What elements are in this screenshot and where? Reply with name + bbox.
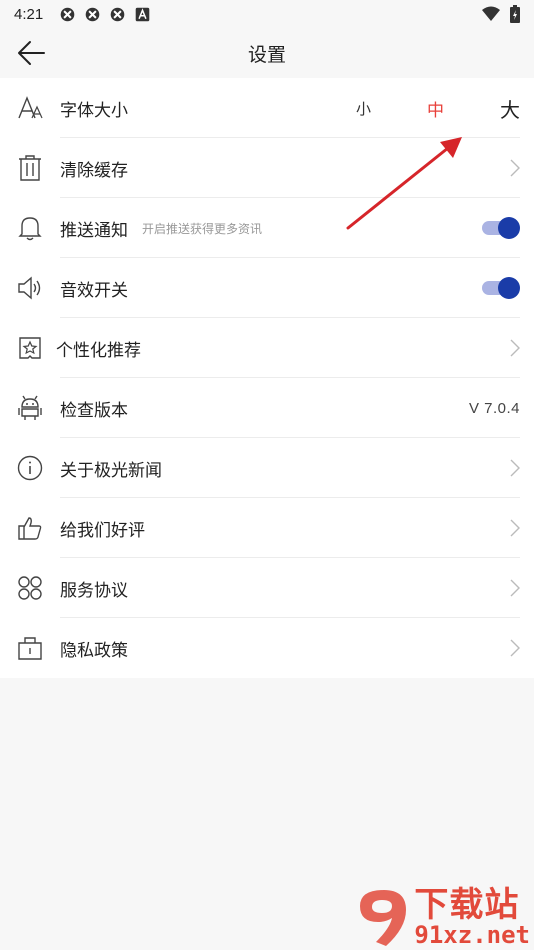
font-size-options: 小 中 大	[356, 94, 520, 123]
check-version-label: 检查版本	[60, 400, 128, 421]
settings-list: 字体大小 小 中 大 清除缓存 推送通知 开启推送获得更多资讯 音效开关 个性化…	[0, 78, 534, 678]
row-clear-cache[interactable]: 清除缓存	[0, 138, 534, 198]
watermark-text: 下载站 91xz.net	[414, 888, 530, 948]
star-badge-icon	[16, 334, 44, 362]
chevron-right-icon	[510, 639, 520, 657]
chevron-right-icon	[510, 159, 520, 177]
header: 设置	[0, 28, 534, 78]
font-size-medium[interactable]: 中	[427, 96, 444, 121]
watermark-line2: 91xz.net	[414, 921, 530, 949]
trash-icon	[16, 154, 44, 182]
rate-us-label: 给我们好评	[60, 520, 145, 541]
android-icon	[16, 394, 44, 422]
status-time: 4:21	[14, 5, 44, 23]
about-label: 关于极光新闻	[60, 460, 162, 481]
version-value: V 7.0.4	[468, 399, 520, 417]
speaker-icon	[16, 274, 44, 302]
row-push-notification: 推送通知 开启推送获得更多资讯	[0, 198, 534, 258]
push-notification-hint: 开启推送获得更多资讯	[142, 221, 263, 236]
watermark: 下载站 91xz.net	[356, 888, 530, 948]
service-agreement-label: 服务协议	[60, 580, 128, 601]
sound-effects-toggle[interactable]	[480, 277, 520, 299]
status-bar: 4:21	[0, 0, 534, 28]
font-size-icon	[16, 94, 44, 122]
chevron-right-icon	[510, 579, 520, 597]
a-notification-icon	[135, 7, 150, 21]
row-check-version[interactable]: 检查版本 V 7.0.4	[0, 378, 534, 438]
page-title: 设置	[247, 43, 286, 66]
app-notification-icon	[85, 7, 100, 21]
thumbs-up-icon	[16, 514, 44, 542]
personalized-label: 个性化推荐	[56, 340, 141, 361]
push-notification-toggle[interactable]	[480, 217, 520, 239]
row-sound-effects: 音效开关	[0, 258, 534, 318]
font-size-label: 字体大小	[60, 100, 128, 121]
privacy-policy-label: 隐私政策	[60, 640, 128, 661]
watermark-line1: 下载站	[414, 885, 520, 925]
app-notification-icon	[60, 7, 75, 21]
row-font-size: 字体大小 小 中 大	[0, 78, 534, 138]
row-rate-us[interactable]: 给我们好评	[0, 498, 534, 558]
font-size-large[interactable]: 大	[500, 94, 520, 123]
row-service-agreement[interactable]: 服务协议	[0, 558, 534, 618]
chevron-right-icon	[510, 459, 520, 477]
app-notification-icon	[110, 7, 125, 21]
bell-icon	[16, 214, 44, 242]
clear-cache-label: 清除缓存	[60, 160, 128, 181]
battery-icon	[510, 5, 520, 23]
row-about[interactable]: 关于极光新闻	[0, 438, 534, 498]
watermark-logo-icon	[360, 890, 407, 946]
font-size-small[interactable]: 小	[356, 98, 371, 119]
push-notification-label: 推送通知	[60, 220, 128, 241]
chevron-right-icon	[510, 339, 520, 357]
row-privacy-policy[interactable]: 隐私政策	[0, 618, 534, 678]
lock-box-icon	[16, 634, 44, 662]
sound-effects-label: 音效开关	[60, 280, 128, 301]
wifi-icon	[482, 6, 500, 21]
chevron-right-icon	[510, 519, 520, 537]
clover-grid-icon	[16, 574, 44, 602]
row-personalized[interactable]: 个性化推荐	[0, 318, 534, 378]
back-arrow-icon[interactable]	[16, 39, 46, 67]
info-icon	[16, 454, 44, 482]
